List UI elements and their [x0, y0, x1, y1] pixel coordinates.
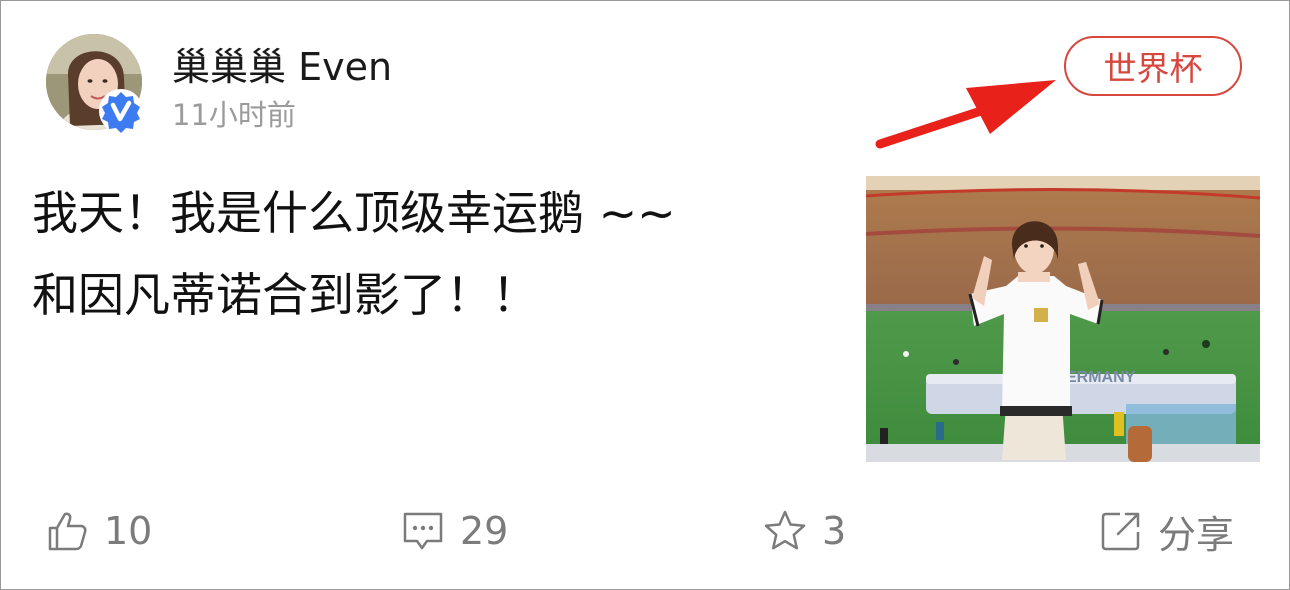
favorite-button[interactable]: 3	[762, 506, 846, 556]
thumbs-up-icon	[48, 512, 87, 551]
post-text: 我天！我是什么顶级幸运鹅 ~~ 和因凡蒂诺合到影了！！	[32, 186, 676, 322]
post-photo[interactable]: ERMANY	[866, 176, 1260, 462]
verified-badge-icon	[98, 88, 144, 134]
author-name[interactable]: 巢巢巢 Even	[172, 36, 392, 91]
share-button[interactable]: 分享	[1098, 506, 1235, 557]
like-button[interactable]: 10	[44, 506, 152, 556]
share-label: 分享	[1158, 512, 1235, 557]
share-icon	[1101, 512, 1140, 551]
star-icon	[764, 510, 806, 550]
banner-text: ERMANY	[1066, 369, 1136, 386]
topic-tag-label: 世界杯	[1103, 49, 1203, 88]
favorite-count: 3	[822, 509, 847, 553]
comment-count: 29	[460, 509, 509, 553]
annotation-arrow	[875, 80, 1056, 149]
comment-button[interactable]: 29	[400, 506, 508, 556]
comment-icon	[403, 512, 443, 550]
like-count: 10	[104, 509, 153, 553]
topic-tag-button[interactable]: 世界杯	[1064, 36, 1242, 96]
post-timestamp: 11小时前	[172, 98, 296, 132]
